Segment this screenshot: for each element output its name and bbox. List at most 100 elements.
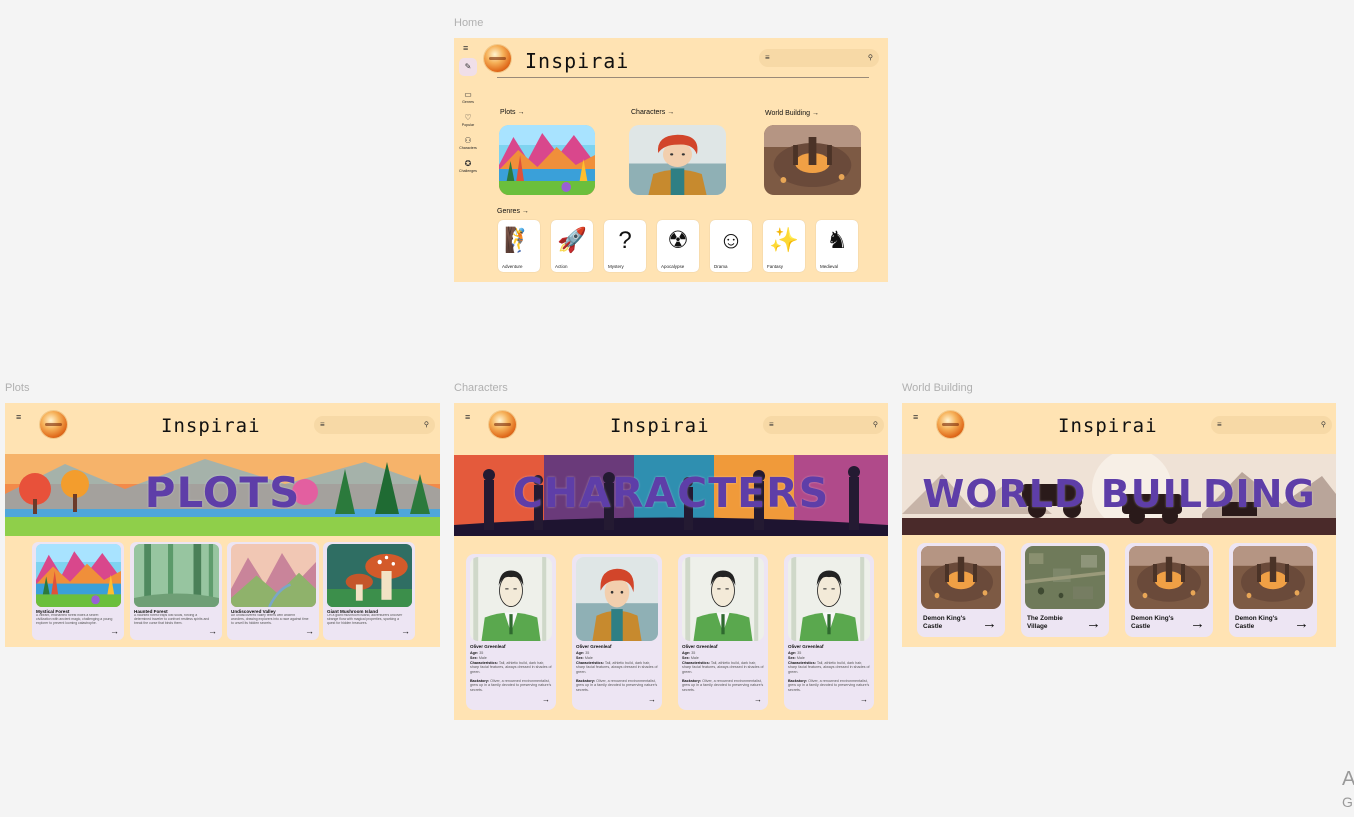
pencil-icon[interactable]: ✎	[459, 58, 477, 76]
menu-icon[interactable]: ≡	[465, 413, 470, 422]
heart-icon: ♡	[464, 113, 472, 122]
world-thumbnail[interactable]	[764, 125, 861, 195]
characters-banner: CHARACTERS	[454, 455, 888, 536]
header-divider	[497, 77, 869, 78]
genre-card-drama[interactable]: ☺ Drama	[710, 220, 752, 272]
arrow-right-icon[interactable]: →	[754, 696, 762, 704]
arrow-right-icon[interactable]: →	[648, 696, 656, 704]
menu-icon[interactable]: ≡	[16, 413, 21, 422]
arrow-right-icon[interactable]: →	[208, 627, 217, 636]
field-value: 35	[691, 651, 696, 655]
character-name: Oliver Greenleaf	[576, 644, 612, 649]
genre-label: Apocalypse	[661, 264, 685, 269]
search-icon[interactable]: ⚲	[424, 422, 429, 429]
character-sex: Sex: Male	[788, 656, 872, 660]
menu-icon[interactable]: ≡	[913, 413, 918, 422]
world-card-image	[1129, 546, 1209, 609]
genre-card-fantasy[interactable]: ✨ Fantasy	[763, 220, 805, 272]
search-bar[interactable]: ≡ ⚲	[763, 416, 884, 434]
search-bar[interactable]: ≡ ⚲	[759, 49, 879, 67]
menu-icon[interactable]: ≡	[463, 44, 468, 53]
section-label: World Building	[765, 110, 811, 117]
world-card-title: Demon King's Castle	[923, 615, 966, 630]
home-frame: ≡ ✎ ▭ Genres ♡ Popular ⚇ Characters ✪ Ch…	[454, 38, 888, 282]
plots-banner-title: PLOTS	[144, 468, 301, 517]
corner-text-2: G	[1342, 794, 1353, 810]
plots-thumbnail[interactable]	[499, 125, 595, 195]
plot-card[interactable]: Giant Mushroom Island On a giant mushroo…	[323, 542, 415, 640]
characters-thumbnail[interactable]	[629, 125, 726, 195]
plot-card[interactable]: Mystical Forest A vibrant, enchanted for…	[32, 542, 124, 640]
frame-label-characters: Characters	[454, 382, 508, 394]
character-card[interactable]: Oliver Greenleaf Age: 35 Sex: Male Chara…	[784, 554, 874, 710]
genre-label: Action	[555, 264, 568, 269]
world-card[interactable]: The Zombie Village →	[1021, 543, 1109, 637]
field-label: Sex:	[576, 656, 584, 660]
menu-icon[interactable]: ≡	[769, 421, 774, 429]
plot-card-image	[327, 544, 412, 607]
rocket-icon: 🚀	[557, 227, 587, 254]
field-value: 35	[479, 651, 484, 655]
arrow-right-icon[interactable]: →	[1190, 616, 1205, 631]
rail-label: Challenges	[459, 169, 477, 173]
genre-card-action[interactable]: 🚀 Action	[551, 220, 593, 272]
genre-card-adventure[interactable]: 🧗 Adventure	[498, 220, 540, 272]
arrow-right-icon[interactable]: →	[110, 627, 119, 636]
arrow-right-icon[interactable]: →	[1086, 616, 1101, 631]
arrow-right-icon[interactable]: →	[542, 696, 550, 704]
plot-card-desc: On a giant mushroom island, adventurers …	[327, 614, 403, 625]
frame-label-plots: Plots	[5, 382, 30, 394]
menu-icon[interactable]: ≡	[1217, 421, 1222, 429]
character-characteristics: Characteristics: Tall, athletic build, d…	[576, 661, 660, 674]
character-age: Age: 35	[788, 651, 872, 655]
rail-label: Popular	[461, 123, 475, 127]
genre-card-medieval[interactable]: ♞ Medieval	[816, 220, 858, 272]
section-characters-link[interactable]: Characters →	[631, 109, 674, 116]
genre-card-mystery[interactable]: ? Mystery	[604, 220, 646, 272]
genre-card-apocalypse[interactable]: ☢ Apocalypse	[657, 220, 699, 272]
field-value: Male	[690, 656, 699, 660]
search-icon[interactable]: ⚲	[873, 422, 878, 429]
character-card[interactable]: Oliver Greenleaf Age: 35 Sex: Male Chara…	[466, 554, 556, 710]
search-bar[interactable]: ≡ ⚲	[314, 416, 435, 434]
character-card[interactable]: Oliver Greenleaf Age: 35 Sex: Male Chara…	[678, 554, 768, 710]
field-value: 35	[585, 651, 590, 655]
character-name: Oliver Greenleaf	[470, 644, 506, 649]
rail-item-challenges[interactable]: ✪ Challenges	[454, 159, 482, 173]
plot-card-desc: A vibrant, enchanted forest hides a secr…	[36, 614, 113, 625]
plot-card-image	[36, 544, 121, 607]
menu-icon[interactable]: ≡	[320, 421, 325, 429]
character-card[interactable]: Oliver Greenleaf Age: 35 Sex: Male Chara…	[572, 554, 662, 710]
arrow-right-icon[interactable]: →	[401, 627, 410, 636]
world-card[interactable]: Demon King's Castle →	[917, 543, 1005, 637]
section-plots-link[interactable]: Plots →	[500, 109, 525, 116]
app-title: Inspirai	[610, 415, 710, 437]
character-backstory: Backstory: Oliver, a renowned environmen…	[682, 679, 766, 692]
field-label: Age:	[470, 651, 479, 655]
app-title: Inspirai	[1058, 415, 1158, 437]
arrow-right-icon[interactable]: →	[305, 627, 314, 636]
search-icon[interactable]: ⚲	[868, 55, 873, 62]
folder-icon: ▭	[464, 90, 472, 99]
plot-card[interactable]: Haunted Forest A haunted forest traps lo…	[130, 542, 222, 640]
arrow-right-icon[interactable]: →	[1294, 616, 1309, 631]
app-logo	[40, 411, 67, 438]
search-icon[interactable]: ⚲	[1321, 422, 1326, 429]
world-card[interactable]: Demon King's Castle →	[1125, 543, 1213, 637]
menu-icon[interactable]: ≡	[765, 54, 770, 62]
rail-item-popular[interactable]: ♡ Popular	[454, 113, 482, 127]
world-card-title: Demon King's Castle	[1131, 615, 1174, 630]
arrow-right-icon[interactable]: →	[982, 616, 997, 631]
rail-item-genres[interactable]: ▭ Genres	[454, 90, 482, 104]
section-world-link[interactable]: World Building →	[765, 110, 819, 117]
rail-label: Characters	[459, 146, 477, 150]
world-card[interactable]: Demon King's Castle →	[1229, 543, 1317, 637]
rail-item-characters[interactable]: ⚇ Characters	[454, 136, 482, 150]
character-card-image	[576, 557, 658, 641]
plot-card[interactable]: Undiscovered Valley An undiscovered vall…	[227, 542, 319, 640]
arrow-right-icon[interactable]: →	[860, 696, 868, 704]
character-backstory: Backstory: Oliver, a renowned environmen…	[576, 679, 660, 692]
app-title: Inspirai	[161, 415, 261, 437]
section-genres-link[interactable]: Genres →	[497, 208, 529, 215]
search-bar[interactable]: ≡ ⚲	[1211, 416, 1332, 434]
